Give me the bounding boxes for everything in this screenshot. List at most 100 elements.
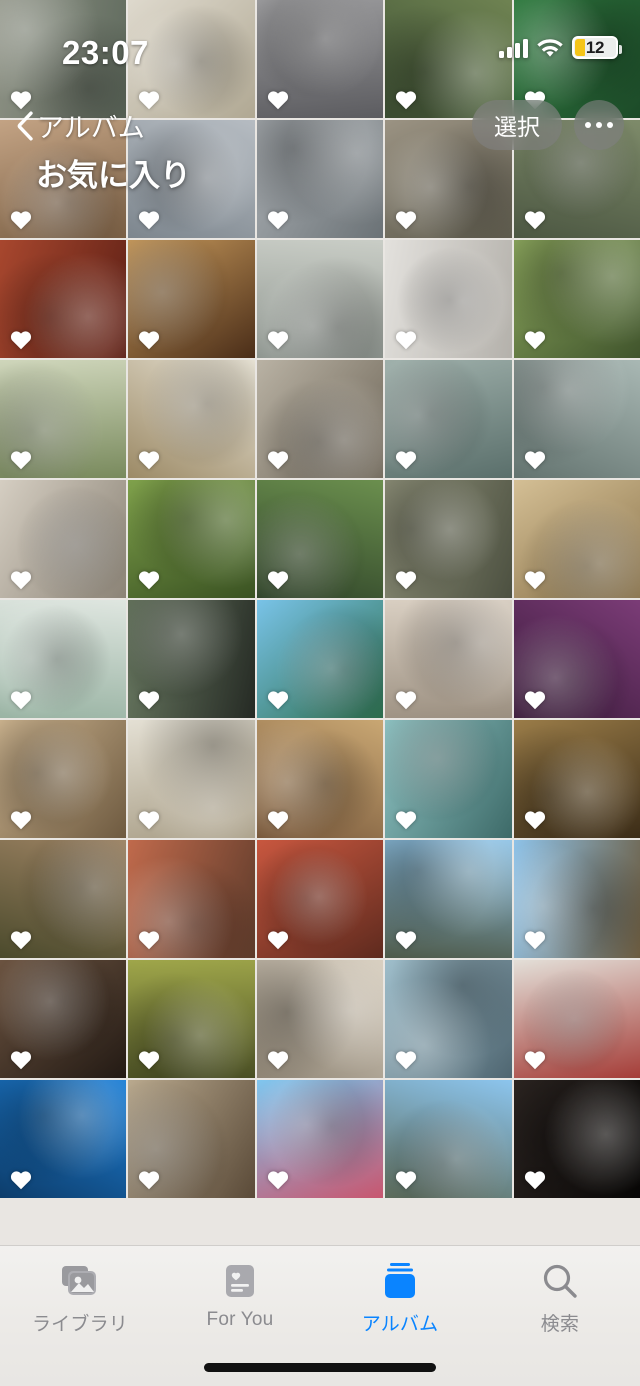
heart-icon: [523, 688, 547, 710]
heart-icon: [266, 568, 290, 590]
heart-icon: [523, 1048, 547, 1070]
photo-thumbnail[interactable]: [385, 1080, 512, 1198]
photo-thumbnail[interactable]: [513, 720, 640, 838]
heart-icon: [9, 928, 33, 950]
photo-thumbnail[interactable]: [128, 600, 255, 718]
heart-icon: [137, 568, 161, 590]
heart-icon: [394, 1048, 418, 1070]
heart-icon: [266, 1168, 290, 1190]
photo-thumbnail[interactable]: [256, 600, 384, 718]
back-button-label: アルバム: [37, 113, 145, 143]
photo-thumbnail[interactable]: [513, 240, 640, 358]
heart-icon: [394, 448, 418, 470]
photo-thumbnail[interactable]: [256, 360, 384, 478]
tab-library-label: ライブラリ: [31, 1314, 128, 1335]
photo-thumbnail[interactable]: [128, 1080, 255, 1198]
photo-thumbnail[interactable]: [385, 960, 512, 1078]
heart-icon: [137, 448, 161, 470]
photo-thumbnail[interactable]: [0, 240, 127, 358]
photo-thumbnail[interactable]: [513, 480, 640, 598]
photo-thumbnail[interactable]: [128, 480, 255, 598]
tab-albums-label: アルバム: [361, 1314, 439, 1335]
heart-icon: [523, 928, 547, 950]
back-button[interactable]: アルバム: [16, 106, 145, 145]
tab-for-you-label: For You: [206, 1309, 274, 1330]
heart-icon: [523, 328, 547, 350]
photo-thumbnail[interactable]: [513, 1080, 640, 1198]
nav-actions: 選択: [472, 100, 624, 150]
photo-thumbnail[interactable]: [256, 960, 384, 1078]
photo-thumbnail[interactable]: [256, 840, 384, 958]
heart-icon: [394, 808, 418, 830]
heart-icon: [394, 688, 418, 710]
photo-thumbnail[interactable]: [513, 360, 640, 478]
heart-icon: [266, 1048, 290, 1070]
photo-thumbnail[interactable]: [128, 360, 255, 478]
photo-thumbnail[interactable]: [0, 480, 127, 598]
heart-icon: [523, 1168, 547, 1190]
albums-stack-icon: [380, 1260, 420, 1302]
heart-icon: [394, 208, 418, 230]
photo-thumbnail[interactable]: [513, 960, 640, 1078]
select-button[interactable]: 選択: [472, 100, 562, 150]
photo-thumbnail[interactable]: [513, 840, 640, 958]
tab-for-you[interactable]: For You: [160, 1260, 320, 1331]
ellipsis-dot: [596, 122, 602, 128]
navigation-bar: アルバム お気に入り 選択: [0, 92, 640, 210]
photo-thumbnail[interactable]: [0, 360, 127, 478]
heart-icon: [523, 568, 547, 590]
heart-icon: [523, 208, 547, 230]
heart-icon: [9, 448, 33, 470]
more-options-button[interactable]: [574, 100, 624, 150]
heart-icon: [137, 1168, 161, 1190]
heart-icon: [394, 328, 418, 350]
heart-icon: [394, 568, 418, 590]
heart-icon: [137, 208, 161, 230]
heart-icon: [523, 808, 547, 830]
heart-icon: [137, 1048, 161, 1070]
tab-albums[interactable]: アルバム: [320, 1260, 480, 1336]
ellipsis-dot: [607, 122, 613, 128]
photo-thumbnail[interactable]: [0, 840, 127, 958]
photo-thumbnail[interactable]: [128, 840, 255, 958]
chevron-left-icon: [17, 111, 33, 140]
heart-icon: [266, 808, 290, 830]
photo-thumbnail[interactable]: [128, 240, 255, 358]
tab-library[interactable]: ライブラリ: [0, 1260, 160, 1336]
photo-thumbnail[interactable]: [0, 720, 127, 838]
heart-icon: [266, 448, 290, 470]
heart-icon: [9, 808, 33, 830]
heart-icon: [266, 928, 290, 950]
heart-icon: [266, 688, 290, 710]
heart-icon: [137, 808, 161, 830]
home-indicator: [204, 1363, 436, 1372]
photo-thumbnail[interactable]: [385, 480, 512, 598]
photo-thumbnail[interactable]: [385, 360, 512, 478]
heart-icon: [266, 208, 290, 230]
heart-icon: [394, 928, 418, 950]
heart-icon: [137, 328, 161, 350]
heart-icon: [9, 1168, 33, 1190]
heart-icon: [9, 208, 33, 230]
photo-thumbnail[interactable]: [0, 600, 127, 718]
photo-thumbnail[interactable]: [385, 600, 512, 718]
photos-app-screen: 23:07 12 アルバム お気に入り 選択 ライブラリ For You アルバ…: [0, 0, 640, 1386]
photo-thumbnail[interactable]: [385, 240, 512, 358]
photo-thumbnail[interactable]: [513, 600, 640, 718]
photo-thumbnail[interactable]: [128, 720, 255, 838]
photo-thumbnail[interactable]: [385, 720, 512, 838]
photo-thumbnail[interactable]: [128, 960, 255, 1078]
heart-icon: [523, 448, 547, 470]
photo-thumbnail[interactable]: [0, 960, 127, 1078]
tab-search-label: 検索: [540, 1314, 580, 1335]
tab-bar[interactable]: ライブラリ For You アルバム 検索: [0, 1245, 640, 1386]
tab-search[interactable]: 検索: [480, 1260, 640, 1336]
photo-thumbnail[interactable]: [256, 240, 384, 358]
photo-thumbnail[interactable]: [385, 840, 512, 958]
ellipsis-dot: [585, 122, 591, 128]
photo-thumbnail[interactable]: [256, 480, 384, 598]
heart-icon: [394, 1168, 418, 1190]
photo-thumbnail[interactable]: [256, 1080, 384, 1198]
photo-thumbnail[interactable]: [256, 720, 384, 838]
photo-thumbnail[interactable]: [0, 1080, 127, 1198]
